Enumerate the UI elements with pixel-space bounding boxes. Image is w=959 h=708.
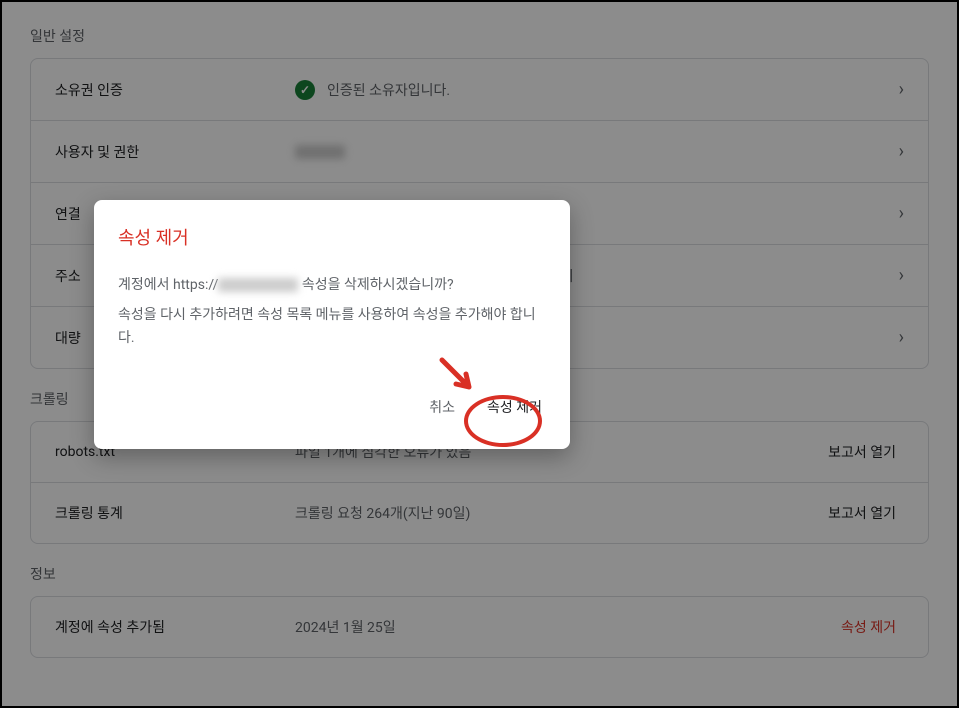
line1-prefix: 계정에서 https:// [118,277,218,293]
dialog-line1: 계정에서 https:// 속성을 삭제하시겠습니까? [118,274,546,296]
cancel-button[interactable]: 취소 [425,389,459,425]
line1-suffix: 속성을 삭제하시겠습니까? [298,277,453,293]
dialog-actions: 취소 속성 제거 [118,389,546,425]
dialog-line2: 속성을 다시 추가하려면 속성 목록 메뉴를 사용하여 속성을 추가해야 합니다… [118,304,546,349]
dialog-body: 계정에서 https:// 속성을 삭제하시겠습니까? 속성을 다시 추가하려면… [118,274,546,349]
remove-property-dialog: 속성 제거 계정에서 https:// 속성을 삭제하시겠습니까? 속성을 다시… [94,200,570,449]
redacted-url [218,278,298,292]
dialog-title: 속성 제거 [118,224,546,250]
modal-overlay[interactable]: 속성 제거 계정에서 https:// 속성을 삭제하시겠습니까? 속성을 다시… [2,2,957,706]
confirm-remove-button[interactable]: 속성 제거 [483,389,546,425]
